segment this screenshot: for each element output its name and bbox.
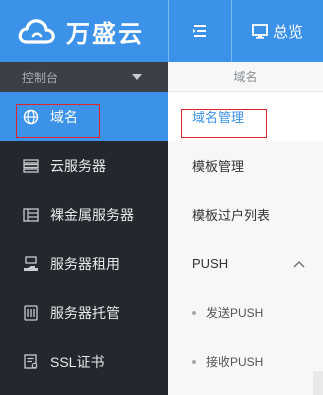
caret-down-icon (132, 74, 142, 80)
subnav-item-template-transfer-list[interactable]: 模板过户列表 (168, 190, 323, 239)
scrollbar[interactable] (313, 371, 323, 395)
brand-name: 万盛云 (66, 18, 144, 48)
menu-toggle-button[interactable] (169, 0, 231, 62)
monitor-icon (252, 23, 268, 39)
bullet-dot-icon (192, 359, 196, 364)
sidebar-item-ssl[interactable]: SSL证书 (0, 337, 168, 386)
sidebar-item-server-rental[interactable]: 服务器租用 (0, 239, 168, 288)
subnav-item-label: 模板管理 (192, 159, 245, 174)
subnav-header: 域名 (168, 62, 323, 92)
managed-server-icon (22, 304, 40, 322)
top-bar: 万盛云 总览 (0, 0, 323, 62)
sidebar-item-label: 服务器托管 (50, 304, 120, 321)
sidebar-item-bare-metal[interactable]: 裸金属服务器 (0, 190, 168, 239)
overview-label: 总览 (272, 23, 303, 41)
console-label: 控制台 (22, 70, 59, 85)
subnav-item-send-push[interactable]: 发送PUSH (168, 288, 323, 337)
server-rack-icon (22, 206, 40, 224)
sidebar-item-label: SSL证书 (50, 353, 105, 370)
subnav-item-label: 域名管理 (192, 110, 245, 125)
brand-logo[interactable]: 万盛云 (0, 0, 168, 62)
bullet-dot-icon (192, 310, 196, 315)
menu-collapse-icon (193, 25, 206, 37)
certificate-icon (22, 353, 40, 371)
hand-server-icon (22, 255, 40, 273)
sidebar-item-label: 裸金属服务器 (50, 206, 134, 223)
server-stack-icon (22, 157, 40, 175)
subnav-item-label: 发送PUSH (206, 306, 264, 320)
sidebar-item-cloud-server[interactable]: 云服务器 (0, 141, 168, 190)
subnav-item-label: 接收PUSH (206, 355, 264, 369)
sidebar-item-domain[interactable]: 域名 (0, 92, 168, 141)
subnav-item-receive-push[interactable]: 接收PUSH (168, 337, 323, 386)
globe-icon (22, 108, 40, 126)
chevron-up-icon (293, 260, 305, 268)
subnav-panel: 域名 域名管理 模板管理 模板过户列表 PUSH 发送PUSH 接收PUSH (168, 62, 323, 395)
subnav-group-push[interactable]: PUSH (168, 239, 323, 288)
sidebar: 控制台 域名 云服务器 裸金属服务器 服务器租用 服务器托管 SSL证书 (0, 62, 168, 395)
subnav-group-label: PUSH (192, 256, 229, 271)
cloud-logo-icon (18, 19, 55, 44)
subnav-item-template-management[interactable]: 模板管理 (168, 141, 323, 190)
subnav-item-label: 模板过户列表 (192, 208, 271, 223)
subnav-item-domain-management[interactable]: 域名管理 (168, 92, 323, 141)
sidebar-item-server-hosting[interactable]: 服务器托管 (0, 288, 168, 337)
sidebar-item-label: 服务器租用 (50, 255, 120, 272)
overview-button[interactable]: 总览 (232, 0, 323, 62)
console-dropdown[interactable]: 控制台 (0, 62, 168, 92)
sidebar-item-label: 云服务器 (50, 157, 106, 174)
sidebar-item-label: 域名 (50, 108, 78, 125)
